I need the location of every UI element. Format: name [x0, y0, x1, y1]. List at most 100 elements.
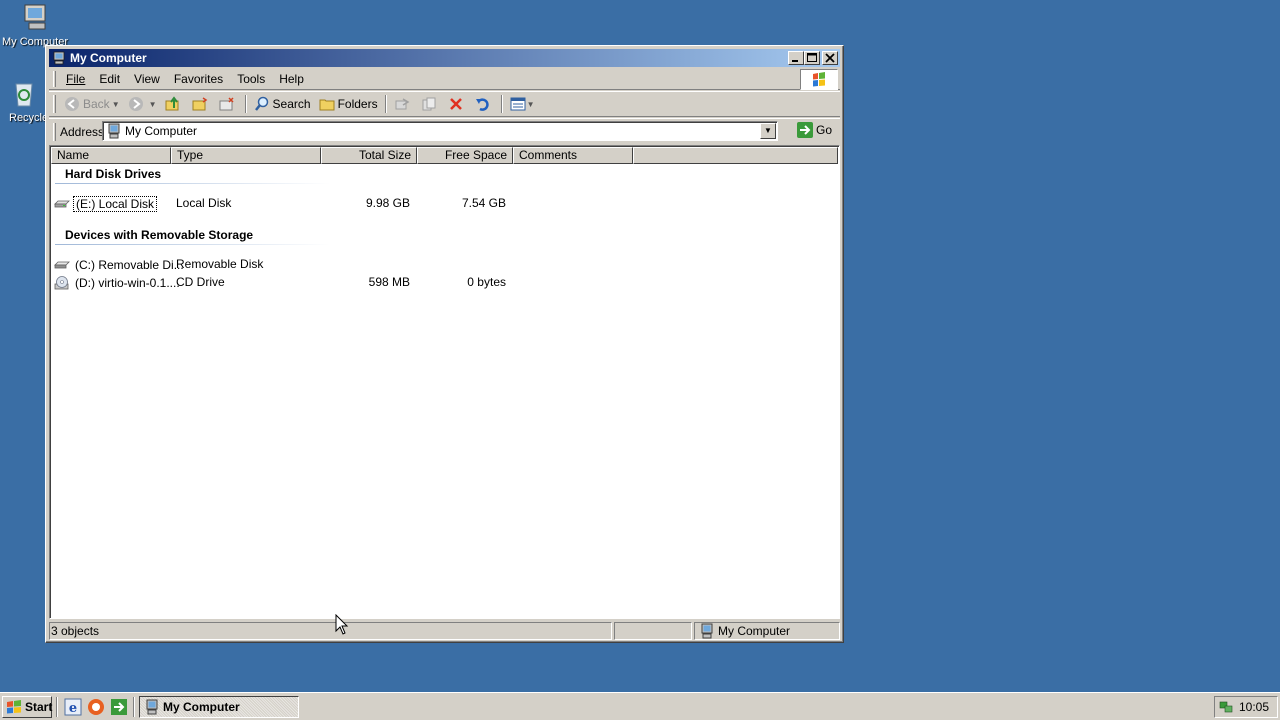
desktop-icon-my-computer[interactable]: My Computer	[0, 2, 70, 48]
folders-button[interactable]: Folders	[315, 93, 382, 115]
maximize-icon	[807, 53, 817, 62]
toolbar-separator	[500, 95, 503, 113]
delete-x-icon	[448, 96, 464, 112]
computer-icon	[699, 623, 715, 639]
browser-icon[interactable]	[87, 698, 105, 716]
copy-to-button[interactable]	[215, 93, 242, 115]
toolbar-separator	[384, 95, 387, 113]
menu-help[interactable]: Help	[273, 72, 312, 86]
taskbar: Start e My Computer 10:05	[0, 692, 1280, 720]
forward-arrow-icon	[128, 96, 144, 112]
file-list-view[interactable]: Name Type Total Size Free Space Comments…	[49, 145, 840, 619]
column-header-free-space[interactable]: Free Space	[417, 147, 513, 164]
folder-icon	[319, 96, 335, 112]
desktop-icon-label: Recycle Bin	[9, 112, 46, 124]
item-free-space: 7.54 GB	[461, 196, 506, 210]
status-location: My Computer	[694, 622, 840, 640]
taskbar-separator	[133, 696, 135, 717]
cd-drive-icon	[54, 275, 70, 291]
column-header-type[interactable]: Type	[171, 147, 321, 164]
status-objects: 3 objects	[49, 622, 612, 640]
svg-text:e: e	[69, 701, 77, 716]
move-button[interactable]	[390, 93, 417, 115]
quick-launch: e	[64, 698, 133, 716]
toolbar-grip[interactable]	[53, 122, 56, 141]
menu-tools[interactable]: Tools	[231, 72, 273, 86]
group-divider	[55, 183, 330, 184]
system-tray: 10:05	[1214, 696, 1278, 718]
title-bar[interactable]: My Computer	[49, 49, 840, 67]
computer-icon	[106, 123, 122, 139]
search-button[interactable]: Search	[250, 93, 315, 115]
up-button[interactable]	[161, 93, 188, 115]
windows-logo-icon	[800, 69, 838, 90]
toolbar-grip[interactable]	[53, 95, 56, 113]
menu-favorites[interactable]: Favorites	[168, 72, 231, 86]
item-name: (E:) Local Disk	[73, 196, 158, 212]
windows-logo-icon	[6, 699, 22, 715]
status-pane-empty	[614, 622, 692, 640]
menu-view[interactable]: View	[128, 72, 168, 86]
group-title: Devices with Removable Storage	[65, 228, 254, 242]
delete-button[interactable]	[444, 93, 471, 115]
go-arrow-icon	[796, 122, 813, 138]
toolbar-separator	[244, 95, 247, 113]
back-button[interactable]: Back ▼	[60, 93, 124, 115]
back-arrow-icon	[64, 96, 80, 112]
start-button[interactable]: Start	[2, 695, 52, 718]
taskbar-button-my-computer[interactable]: My Computer	[139, 695, 299, 718]
item-total-size: 9.98 GB	[365, 196, 410, 210]
address-dropdown-button[interactable]: ▼	[760, 123, 776, 139]
move-to-folder-icon	[192, 96, 208, 112]
minimize-icon	[792, 60, 798, 62]
status-bar: 3 objects My Computer	[49, 622, 840, 640]
network-icon[interactable]	[1219, 700, 1233, 714]
go-button[interactable]: Go	[796, 122, 832, 138]
chevron-down-icon[interactable]: ▼	[112, 100, 120, 109]
move-to-button[interactable]	[188, 93, 215, 115]
column-headers: Name Type Total Size Free Space Comments	[51, 147, 838, 164]
window-title: My Computer	[70, 51, 147, 65]
mouse-cursor-icon	[335, 613, 349, 636]
copy-to-folder-icon	[219, 96, 235, 112]
column-header-filler	[633, 147, 838, 164]
show-desktop-icon[interactable]	[110, 698, 128, 716]
group-title: Hard Disk Drives	[65, 167, 162, 181]
forward-button[interactable]: ▼	[124, 93, 161, 115]
menu-edit[interactable]: Edit	[93, 72, 128, 86]
address-label: Address	[60, 124, 105, 139]
removable-disk-icon	[54, 257, 70, 273]
maximize-button[interactable]	[804, 51, 820, 65]
folder-up-icon	[165, 96, 181, 112]
close-button[interactable]	[822, 51, 838, 65]
column-header-comments[interactable]: Comments	[513, 147, 633, 164]
column-header-total-size[interactable]: Total Size	[321, 147, 417, 164]
undo-button[interactable]	[471, 93, 498, 115]
search-icon	[254, 96, 270, 112]
minimize-button[interactable]	[788, 51, 804, 65]
menu-file[interactable]: File	[56, 72, 93, 86]
chevron-down-icon[interactable]: ▼	[527, 100, 535, 109]
column-header-name[interactable]: Name	[51, 147, 171, 164]
views-icon	[510, 96, 526, 112]
desktop-icon-recycle-bin[interactable]: Recycle Bin	[0, 78, 46, 124]
chevron-down-icon[interactable]: ▼	[149, 100, 157, 109]
my-computer-window: My Computer File Edit View Favorites Too…	[45, 45, 844, 643]
undo-icon	[475, 96, 491, 112]
recycle-bin-icon	[8, 78, 40, 110]
ie-browser-icon[interactable]: e	[64, 698, 82, 716]
item-name: (C:) Removable Di...	[75, 258, 184, 272]
move-icon	[394, 96, 410, 112]
item-type: Removable Disk	[176, 257, 264, 271]
standard-toolbar: Back ▼ ▼ Search Folders ▼	[49, 91, 840, 117]
address-value: My Computer	[125, 124, 198, 138]
computer-icon	[52, 51, 66, 65]
address-bar: Address My Computer ▼ Go	[49, 118, 840, 144]
address-input[interactable]: My Computer ▼	[102, 121, 778, 141]
menu-bar: File Edit View Favorites Tools Help	[49, 68, 840, 90]
item-type: CD Drive	[176, 275, 225, 289]
copy-button[interactable]	[417, 93, 444, 115]
views-button[interactable]: ▼	[506, 93, 539, 115]
clock[interactable]: 10:05	[1239, 700, 1269, 714]
computer-icon	[19, 2, 51, 34]
